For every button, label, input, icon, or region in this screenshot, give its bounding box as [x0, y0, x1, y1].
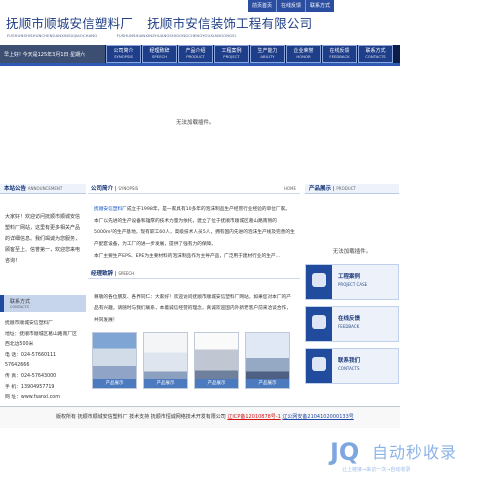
main-content: 公司简介 | SYNOPSIS HOME 抚顺安信塑料厂成立于1998年，是一家具… [88, 184, 300, 390]
date-text: 早上好! 今天是125年3月1日 星期六 [0, 45, 105, 65]
announcement-en: ANNOUNCEMENT [27, 186, 63, 191]
project-case-cn: 工程案例 [338, 274, 361, 280]
photo-label: 产品展示 [93, 379, 136, 389]
speech-heading: 经理致辞 | SPEECH [88, 269, 300, 279]
watermark-brand: 自动秒收录 [372, 443, 458, 462]
product-photo[interactable]: 产品展示 [245, 332, 290, 390]
nav-label-en: HONOR [296, 54, 311, 59]
contact-heading: 联系方式 CONTACTS [0, 295, 86, 312]
nav-label-en: FEEDBACK [329, 54, 350, 59]
watermark-logo: JQ 自动秒收录 让上链接→来访一次→自动收录 [330, 438, 490, 478]
nav-item-ability[interactable]: 生产能力 ABILITY [250, 45, 285, 63]
police-link[interactable]: 辽公网安备2104102000133号 [282, 414, 353, 420]
company-link[interactable]: 抚顺安信塑料厂 [94, 207, 127, 212]
photo-label: 产品展示 [144, 379, 187, 389]
contact-us-button[interactable]: 联系我们 CONTACTS [305, 348, 399, 384]
project-case-button[interactable]: 工程案例 PROJECT CASE [305, 264, 399, 300]
right-sidebar: 产品展示 | PRODUCT 无法加载插件。 工程案例 PROJECT CASE … [305, 184, 399, 384]
product-photos: 产品展示 产品展示 产品展示 产品展示 [92, 332, 300, 390]
product-photo[interactable]: 产品展示 [143, 332, 188, 390]
company-title-2: 抚顺市安信装饰工程有限公司 [147, 16, 313, 31]
feedback-cn: 在线反馈 [338, 316, 361, 322]
contact-line[interactable]: 网 址：www.fsanxi.com [5, 393, 82, 404]
top-link-contact[interactable]: 联系方式 [305, 0, 334, 12]
project-case-label: 工程案例 PROJECT CASE [332, 265, 367, 299]
nav-label-en: SPEECH [151, 54, 167, 59]
pinyin-1: FUSHUNSHISHUNCHENGANXINSUIJIAOCHANG [7, 33, 98, 38]
watermark-subtitle: 让上链接→来访一次→自动收录 [342, 467, 411, 473]
product-plugin-message: 无法加载插件。 [332, 249, 372, 255]
contact-info: 抚顺市顺城安信塑料厂 地址：抚顺市顺城区葛山路南厂区 西北边500米 电 话：0… [0, 312, 86, 404]
contact-line: 手 机：13904957719 [5, 384, 55, 390]
announcement-text: 大家好！欢迎访问抚顺市顺城安信塑料厂网站，这里有更多相关产品的详细信息。我们竭诚… [5, 214, 81, 264]
announcement-title: 本站公告 [4, 186, 27, 192]
nav-label-en: PROJECT [223, 54, 240, 59]
announcement-heading: 本站公告 ANNOUNCEMENT [0, 184, 86, 194]
product-heading: 产品展示 | PRODUCT [305, 184, 399, 194]
photo-label: 产品展示 [246, 379, 289, 389]
intro-title: 公司简介 [91, 186, 114, 192]
nav-item-synopsis[interactable]: 公司简介 SYNOPSIS [106, 45, 141, 63]
contact-line: 电 话：024-57660111 57642666 [5, 352, 57, 369]
home-link[interactable]: HOME [284, 184, 296, 194]
nav-label-en: PRODUCT [186, 54, 205, 59]
nav-item-project[interactable]: 工程案例 PROJECT [214, 45, 249, 63]
footer-copyright: 版权所有 抚顺市顺城安信塑料厂 技术支持 抚顺市恒诚网络技术开发有限公司 [56, 414, 226, 420]
product-photo[interactable]: 产品展示 [194, 332, 239, 390]
company-title-1: 抚顺市顺城安信塑料厂 [6, 16, 134, 31]
project-case-icon [306, 265, 332, 299]
feedback-label: 在线反馈 FEEDBACK [332, 307, 360, 341]
feedback-en: FEEDBACK [338, 324, 360, 329]
banner-plugin-message: 无法加载插件。 [176, 120, 215, 126]
nav-item-feedback[interactable]: 在线反馈 FEEDBACK [322, 45, 357, 63]
photo-label: 产品展示 [195, 379, 238, 389]
top-link-feedback[interactable]: 在线反馈 [276, 0, 305, 12]
footer-text: 版权所有 抚顺市顺城安信塑料厂 技术支持 抚顺市恒诚网络技术开发有限公司 辽IC… [0, 407, 400, 420]
contact-line: 传 真：024-57643000 [5, 373, 57, 379]
feedback-button[interactable]: 在线反馈 FEEDBACK [305, 306, 399, 342]
intro-text-1: 成立于1998年，是一家具有10多年的泡沫制品生产经营行业经验的单位厂家。 [126, 207, 291, 212]
contact-line: 西北边500米 [5, 342, 34, 348]
intro-text-3: 本厂主要生产EPS、EPE为主要材料的泡沫制品作为主导产品，广泛用于建材行业的生… [94, 253, 281, 259]
watermark-jq-logo: JQ [330, 438, 360, 466]
contact-us-en: CONTACTS [338, 366, 360, 371]
nav-label-en: ABILITY [260, 54, 275, 59]
intro-text-2: 本厂以先进的生产设备和雄厚的技术力量为依托，建立了位于抚顺市顺城区葛山路南侧的5… [94, 218, 295, 248]
left-sidebar: 本站公告 ANNOUNCEMENT 大家好！欢迎访问抚顺市顺城安信塑料厂网站，这… [0, 184, 86, 404]
intro-heading: 公司简介 | SYNOPSIS HOME [88, 184, 300, 194]
nav-label-en: CONTACTS [365, 54, 386, 59]
pinyin-2: FUSHUNSHIANXINZHUANGSHIGONGCHENGYOUXIANG… [116, 33, 236, 38]
header: 抚顺市顺城安信塑料厂 抚顺市安信装饰工程有限公司 FUSHUNSHISHUNCH… [0, 0, 400, 45]
product-en: PRODUCT [336, 186, 356, 191]
contact-line: 抚顺市顺城安信塑料厂 [5, 321, 53, 326]
website-page: 抚顺市顺城安信塑料厂 抚顺市安信装饰工程有限公司 FUSHUNSHISHUNCH… [0, 0, 500, 500]
speech-en: SPEECH [118, 270, 135, 276]
nav-label-en: SYNOPSIS [114, 54, 133, 59]
product-title: 产品展示 [309, 186, 332, 192]
contact-us-label: 联系我们 CONTACTS [332, 349, 360, 383]
nav-item-speech[interactable]: 经理致辞 SPEECH [142, 45, 177, 63]
nav-item-honor[interactable]: 企业荣誉 HONOR [286, 45, 321, 63]
company-pinyin: FUSHUNSHISHUNCHENGANXINSUIJIAOCHANG FUSH… [7, 33, 297, 38]
project-case-en: PROJECT CASE [338, 282, 368, 287]
contact-line: 地址：抚顺市顺城区葛山路南厂区 [5, 331, 77, 337]
icp-link[interactable]: 辽ICP备12010878号-1 [227, 414, 280, 420]
intro-en: SYNOPSIS [118, 186, 139, 191]
nav-item-product[interactable]: 产品介绍 PRODUCT [178, 45, 213, 63]
speech-title: 经理致辞 [91, 270, 114, 277]
manager-speech: 尊敬的各位朋友、各界同仁：大家好！欢迎访问抚顺市顺城安信塑料厂网站，如果您对本厂… [94, 294, 291, 323]
nav-items: 公司简介 SYNOPSIS 经理致辞 SPEECH 产品介绍 PRODUCT 工程案例… [106, 45, 394, 63]
nav-item-contacts[interactable]: 联系方式 CONTACTS [358, 45, 393, 63]
product-photo[interactable]: 产品展示 [92, 332, 137, 390]
nav-accent-bar [0, 63, 400, 66]
company-introduction: 抚顺安信塑料厂成立于1998年，是一家具有10多年的泡沫制品生产经营行业经验的单… [88, 194, 300, 263]
contact-en: CONTACTS [10, 305, 29, 309]
company-titles: 抚顺市顺城安信塑料厂 抚顺市安信装饰工程有限公司 [6, 13, 312, 32]
contact-us-cn: 联系我们 [338, 358, 361, 364]
footer: 版权所有 抚顺市顺城安信塑料厂 技术支持 抚顺市恒诚网络技术开发有限公司 辽IC… [0, 406, 400, 428]
top-links: 前页首页 在线反馈 联系方式 [248, 0, 335, 12]
contact-us-icon [306, 349, 332, 383]
top-link-home[interactable]: 前页首页 [248, 0, 276, 12]
feedback-icon [306, 307, 332, 341]
